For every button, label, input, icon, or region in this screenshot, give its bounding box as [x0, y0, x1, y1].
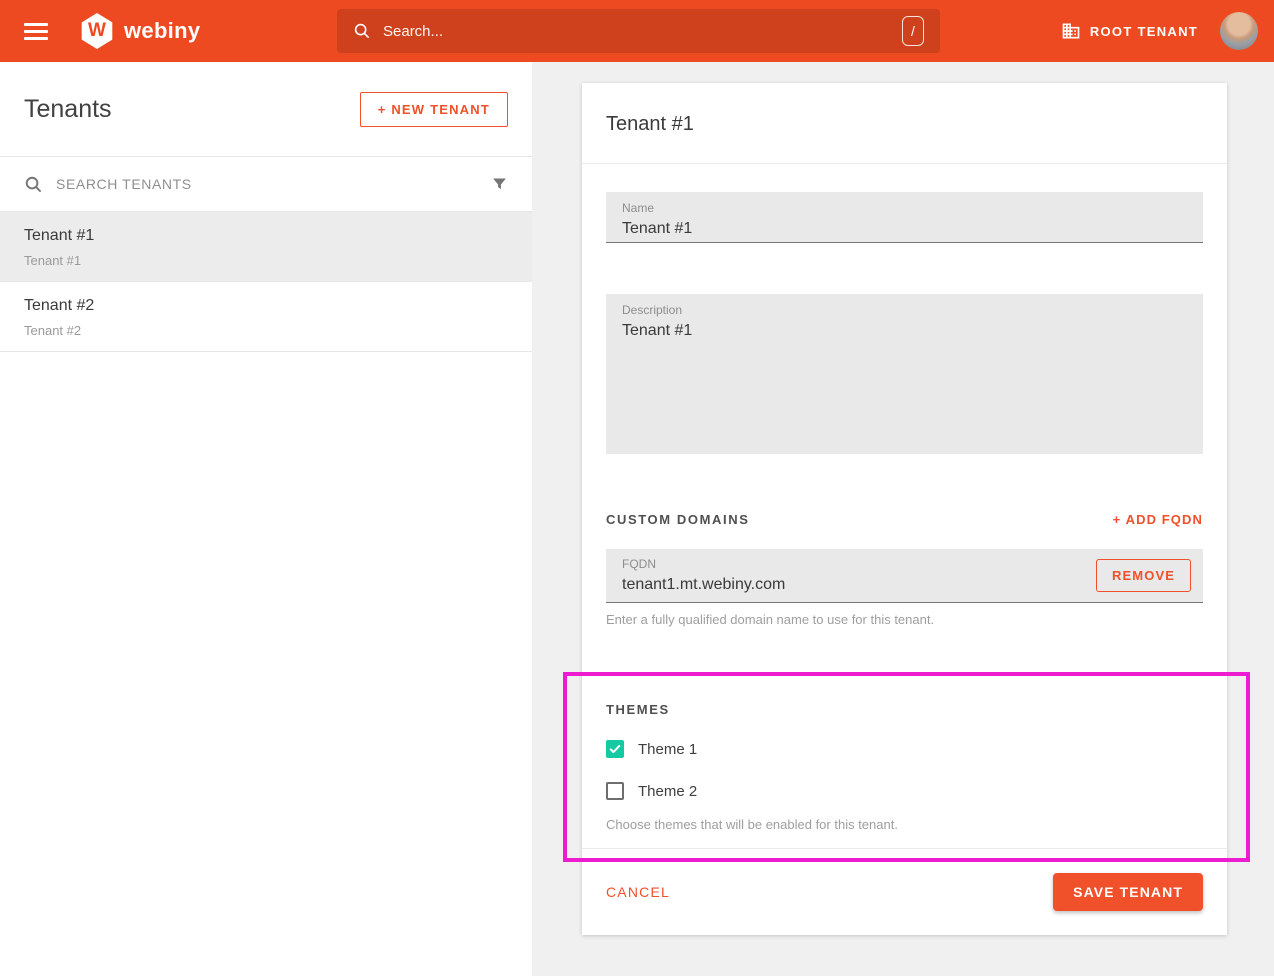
custom-domains-header: CUSTOM DOMAINS + ADD FQDN	[606, 512, 1203, 527]
add-fqdn-button[interactable]: + ADD FQDN	[1113, 512, 1203, 527]
form-title: Tenant #1	[606, 113, 1203, 136]
filter-icon[interactable]	[491, 176, 508, 193]
theme-option-row: Theme 1	[606, 739, 1203, 759]
tenant-details-area: Tenant #1 Name Description Tenant #1 CUS…	[532, 62, 1274, 976]
root-tenant-label: ROOT TENANT	[1090, 24, 1198, 39]
themes-helper-text: Choose themes that will be enabled for t…	[606, 817, 1203, 832]
themes-section: THEMES Theme 1 Theme 2	[606, 701, 1203, 832]
theme-label: Theme 1	[638, 741, 697, 758]
user-avatar[interactable]	[1220, 12, 1258, 50]
fqdn-input[interactable]	[622, 576, 1096, 594]
search-icon	[353, 22, 371, 40]
save-tenant-button[interactable]: SAVE TENANT	[1053, 873, 1203, 911]
logo-letter: W	[88, 20, 106, 42]
tenant-list-item[interactable]: Tenant #1 Tenant #1	[0, 212, 532, 282]
theme-label: Theme 2	[638, 783, 697, 800]
description-field[interactable]: Description Tenant #1	[606, 294, 1203, 454]
name-input[interactable]	[622, 220, 1187, 238]
new-tenant-button[interactable]: + NEW TENANT	[360, 92, 508, 127]
tenant-item-subtitle: Tenant #1	[24, 253, 508, 268]
search-icon	[24, 175, 43, 194]
global-search-input[interactable]	[383, 23, 902, 40]
form-body: Name Description Tenant #1 CUSTOM DOMAIN…	[582, 164, 1227, 848]
cancel-button[interactable]: CANCEL	[606, 884, 670, 900]
webiny-hexagon-icon: W	[80, 13, 114, 49]
tenant-search-bar	[0, 157, 532, 212]
main-layout: Tenants + NEW TENANT Tenant #1 Tenant #1…	[0, 62, 1274, 976]
remove-fqdn-button[interactable]: REMOVE	[1096, 559, 1191, 592]
name-field[interactable]: Name	[606, 192, 1203, 243]
fqdn-helper-text: Enter a fully qualified domain name to u…	[606, 612, 1203, 627]
webiny-logo[interactable]: W webiny	[80, 13, 200, 49]
description-input[interactable]: Tenant #1	[622, 322, 1187, 340]
custom-domains-heading: CUSTOM DOMAINS	[606, 512, 750, 527]
themes-heading: THEMES	[606, 702, 670, 717]
fqdn-field[interactable]: FQDN REMOVE	[606, 549, 1203, 603]
form-footer: CANCEL SAVE TENANT	[582, 848, 1227, 935]
top-app-bar: W webiny / ROOT TENANT	[0, 0, 1274, 62]
topbar-right-cluster: ROOT TENANT	[1061, 0, 1258, 62]
theme-option-row: Theme 2	[606, 781, 1203, 801]
theme-2-checkbox[interactable]	[606, 782, 624, 800]
description-field-label: Description	[622, 303, 1187, 317]
menu-icon[interactable]	[24, 23, 48, 40]
theme-1-checkbox[interactable]	[606, 740, 624, 758]
fqdn-field-label: FQDN	[622, 557, 1096, 571]
tenant-search-input[interactable]	[56, 176, 478, 192]
name-field-label: Name	[622, 201, 1187, 215]
page-title: Tenants	[24, 95, 112, 124]
root-tenant-selector[interactable]: ROOT TENANT	[1061, 21, 1198, 41]
tenant-item-title: Tenant #2	[24, 297, 508, 315]
slash-shortcut-badge: /	[902, 16, 924, 46]
tenants-list-panel: Tenants + NEW TENANT Tenant #1 Tenant #1…	[0, 62, 532, 976]
tenant-item-title: Tenant #1	[24, 227, 508, 245]
tenant-item-subtitle: Tenant #2	[24, 323, 508, 338]
tenant-form-card: Tenant #1 Name Description Tenant #1 CUS…	[582, 83, 1227, 935]
tenant-list-item[interactable]: Tenant #2 Tenant #2	[0, 282, 532, 352]
tenants-list-header: Tenants + NEW TENANT	[0, 62, 532, 157]
building-icon	[1061, 21, 1081, 41]
global-search-bar[interactable]: /	[337, 9, 940, 53]
brand-name: webiny	[124, 18, 200, 44]
app-root: W webiny / ROOT TENANT Tenants + N	[0, 0, 1274, 976]
form-header: Tenant #1	[582, 83, 1227, 164]
